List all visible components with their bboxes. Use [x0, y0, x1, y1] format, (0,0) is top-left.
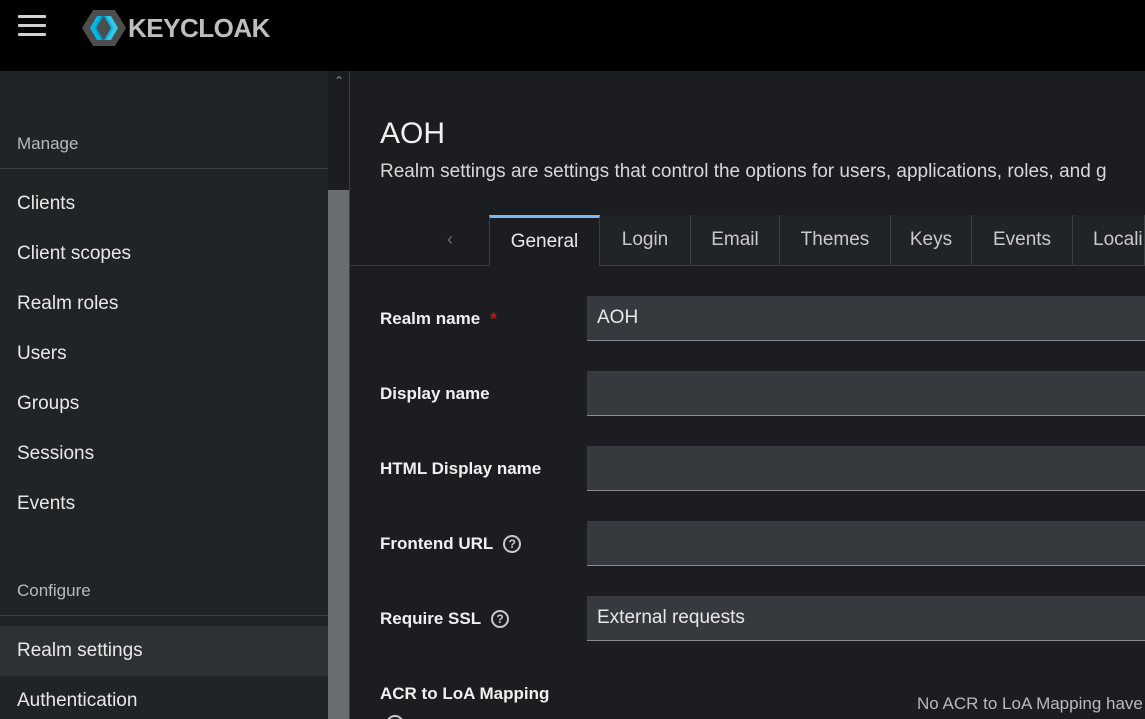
sidebar-scrollbar[interactable]: ⌃ — [328, 71, 350, 719]
sidebar: Manage Clients Client scopes Realm roles… — [0, 71, 328, 719]
display-name-label-text: Display name — [380, 384, 490, 403]
sidebar-item-realm-roles[interactable]: Realm roles — [0, 279, 328, 329]
html-display-name-input[interactable] — [597, 457, 1145, 479]
tab-themes[interactable]: Themes — [780, 215, 891, 265]
acr-loa-label: ACR to LoA Mapping — [380, 684, 549, 704]
brand-name: KEYCLOAK — [128, 12, 270, 43]
sidebar-item-authentication[interactable]: Authentication — [0, 676, 328, 719]
help-icon[interactable]: ? — [491, 610, 510, 628]
require-ssl-value: External requests — [597, 607, 745, 628]
required-mark: * — [490, 309, 497, 328]
tab-keys[interactable]: Keys — [891, 215, 972, 265]
require-ssl-label-text: Require SSL — [380, 609, 482, 628]
tab-general[interactable]: General — [489, 215, 600, 266]
nav-section-configure: Configure — [17, 581, 91, 600]
display-name-label: Display name — [380, 384, 490, 404]
tab-email[interactable]: Email — [691, 215, 780, 265]
tab-localization[interactable]: Locali — [1073, 215, 1145, 265]
tab-events[interactable]: Events — [972, 215, 1073, 265]
help-icon[interactable] — [386, 715, 404, 719]
require-ssl-label: Require SSL ? — [380, 609, 510, 629]
sidebar-item-events[interactable]: Events — [0, 479, 328, 529]
realm-name-label-text: Realm name — [380, 309, 481, 328]
scroll-up-icon[interactable]: ⌃ — [333, 75, 345, 87]
html-display-name-field[interactable] — [587, 446, 1145, 491]
page-description: Realm settings are settings that control… — [380, 161, 1107, 182]
realm-name-field[interactable] — [587, 296, 1145, 341]
tab-bar: ‹ General Login Email Themes Keys Events… — [350, 215, 1145, 266]
frontend-url-input[interactable] — [597, 532, 1145, 554]
frontend-url-label: Frontend URL ? — [380, 534, 522, 554]
scrollbar-thumb[interactable] — [328, 190, 350, 719]
nav-section-divider — [0, 615, 328, 616]
tab-login[interactable]: Login — [600, 215, 691, 265]
sidebar-item-realm-settings[interactable]: Realm settings — [0, 626, 328, 676]
frontend-url-field[interactable] — [587, 521, 1145, 566]
sidebar-item-sessions[interactable]: Sessions — [0, 429, 328, 479]
sidebar-item-client-scopes[interactable]: Client scopes — [0, 229, 328, 279]
help-icon[interactable]: ? — [503, 535, 522, 553]
hamburger-menu-icon[interactable] — [18, 15, 46, 39]
sidebar-item-users[interactable]: Users — [0, 329, 328, 379]
acr-loa-label-text: ACR to LoA Mapping — [380, 684, 550, 703]
sidebar-item-clients[interactable]: Clients — [0, 179, 328, 229]
keycloak-logo-icon — [82, 10, 126, 46]
sidebar-item-groups[interactable]: Groups — [0, 379, 328, 429]
brand-logo[interactable]: KEYCLOAK — [82, 10, 270, 46]
html-display-name-label-text: HTML Display name — [380, 459, 542, 478]
html-display-name-label: HTML Display name — [380, 459, 541, 479]
tab-scroll-left-icon[interactable]: ‹ — [440, 229, 460, 251]
acr-loa-empty-note: No ACR to LoA Mapping have — [917, 694, 1143, 713]
frontend-url-label-text: Frontend URL — [380, 534, 494, 553]
masthead: KEYCLOAK — [0, 0, 1145, 71]
display-name-field[interactable] — [587, 371, 1145, 416]
nav-section-divider — [0, 168, 328, 169]
nav-section-manage: Manage — [17, 134, 79, 153]
main-content: AOH Realm settings are settings that con… — [350, 71, 1145, 719]
realm-name-input[interactable] — [597, 307, 1145, 329]
require-ssl-select[interactable]: External requests — [587, 596, 1145, 641]
realm-name-label: Realm name * — [380, 309, 497, 329]
display-name-input[interactable] — [597, 382, 1145, 404]
page-title: AOH — [380, 117, 446, 150]
